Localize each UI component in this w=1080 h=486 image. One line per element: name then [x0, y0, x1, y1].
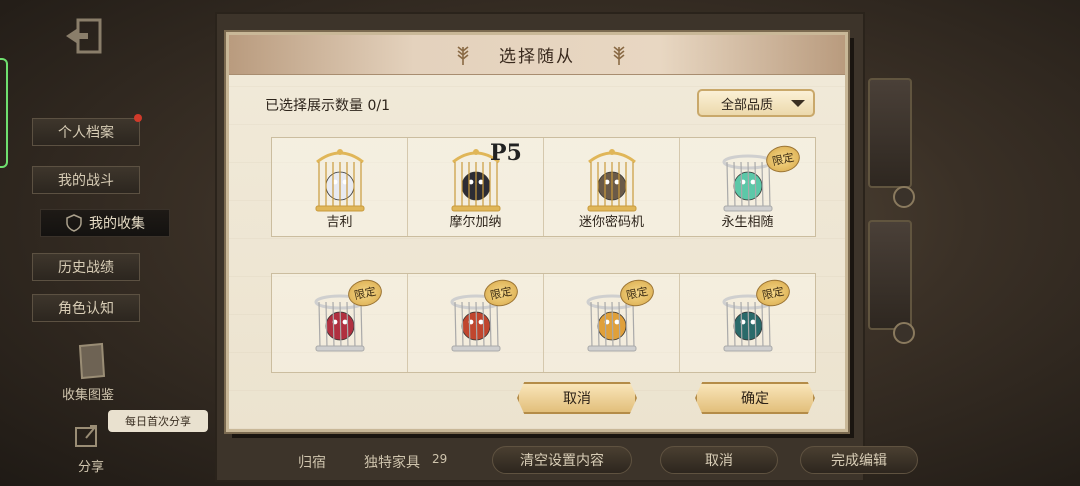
pet-grid-row: 吉利 P5 摩尔加纳 迷你密码机 限定 永生相随 [271, 137, 816, 237]
pet-name: 迷你密码机 [578, 215, 644, 230]
pet-slot[interactable]: 限定 [680, 274, 815, 372]
background-cancel-button[interactable]: 取消 [660, 446, 778, 474]
p5-logo: P5 [490, 140, 522, 166]
notch-indicator [0, 58, 8, 168]
pet-name: 摩尔加纳 [449, 215, 502, 230]
share-label: 分享 [78, 460, 105, 475]
furniture-label: 独特家具 [364, 455, 420, 471]
side-tab-label: 角色认知 [58, 301, 114, 317]
side-tab-collection[interactable]: 我的收集 [40, 209, 170, 237]
side-tab-character[interactable]: 角色认知 [32, 294, 140, 322]
modal-confirm-button[interactable]: 确定 [695, 382, 815, 414]
rotate-knob-icon[interactable] [893, 186, 915, 208]
modal-title: 选择随从 [499, 47, 575, 67]
right-character-card[interactable] [868, 78, 912, 188]
pet-slot[interactable]: 限定 [408, 274, 544, 372]
cancel-label: 取消 [563, 391, 591, 407]
finish-edit-label: 完成编辑 [831, 453, 887, 469]
dorm-label: 归宿 [298, 455, 326, 471]
right-character-card[interactable] [868, 220, 912, 330]
pet-cage-icon [315, 149, 364, 212]
chevron-down-icon [791, 100, 805, 107]
filter-selected-value: 全部品质 [721, 97, 774, 113]
modal-header: 选择随从 [229, 35, 845, 75]
clear-settings-button[interactable]: 清空设置内容 [492, 446, 632, 474]
quality-filter-select[interactable]: 全部品质 [697, 89, 815, 117]
modal-cancel-button[interactable]: 取消 [517, 382, 637, 414]
side-tab-label: 历史战绩 [58, 260, 114, 276]
pet-slot[interactable]: 限定 永生相随 [680, 138, 815, 236]
side-tab-battle[interactable]: 我的战斗 [32, 166, 140, 194]
rotate-knob-icon[interactable] [893, 322, 915, 344]
notification-dot [134, 114, 142, 122]
wheat-ornament-icon [613, 46, 625, 65]
confirm-label: 确定 [741, 391, 769, 407]
side-tab-label: 我的收集 [89, 216, 145, 232]
daily-share-bubble: 每日首次分享 [108, 410, 208, 432]
side-tab-history[interactable]: 历史战绩 [32, 253, 140, 281]
share-icon[interactable] [72, 420, 102, 450]
pet-name: 吉利 [326, 215, 353, 230]
side-tab-label: 我的战斗 [58, 173, 114, 189]
pet-slot[interactable]: 限定 [544, 274, 680, 372]
book-icon[interactable] [74, 342, 110, 382]
pet-slot[interactable]: 迷你密码机 [544, 138, 680, 236]
pet-name: 永生相随 [721, 215, 774, 230]
pet-slot[interactable]: 限定 [272, 274, 408, 372]
selection-count-label: 已选择展示数量 0/1 [265, 98, 390, 114]
pet-slot[interactable]: 吉利 [272, 138, 408, 236]
side-tab-label: 个人档案 [58, 125, 114, 141]
wheat-ornament-icon [457, 46, 469, 65]
shield-icon [66, 214, 82, 232]
pet-slot[interactable]: P5 摩尔加纳 [408, 138, 544, 236]
finish-edit-button[interactable]: 完成编辑 [800, 446, 918, 474]
pet-grid-row: 限定 限定 限定 限定 [271, 273, 816, 373]
side-tab-profile[interactable]: 个人档案 [32, 118, 140, 146]
furniture-count: 29 [432, 452, 448, 466]
clear-settings-label: 清空设置内容 [520, 453, 604, 469]
collection-album-label: 收集图鉴 [62, 388, 115, 403]
pet-cage-icon [587, 149, 636, 212]
select-pet-modal: 选择随从 已选择展示数量 0/1 全部品质 吉利 P5 摩尔加纳 迷你密码机 限定… [226, 32, 848, 432]
exit-door-icon[interactable] [62, 16, 106, 56]
background-cancel-label: 取消 [705, 453, 733, 469]
